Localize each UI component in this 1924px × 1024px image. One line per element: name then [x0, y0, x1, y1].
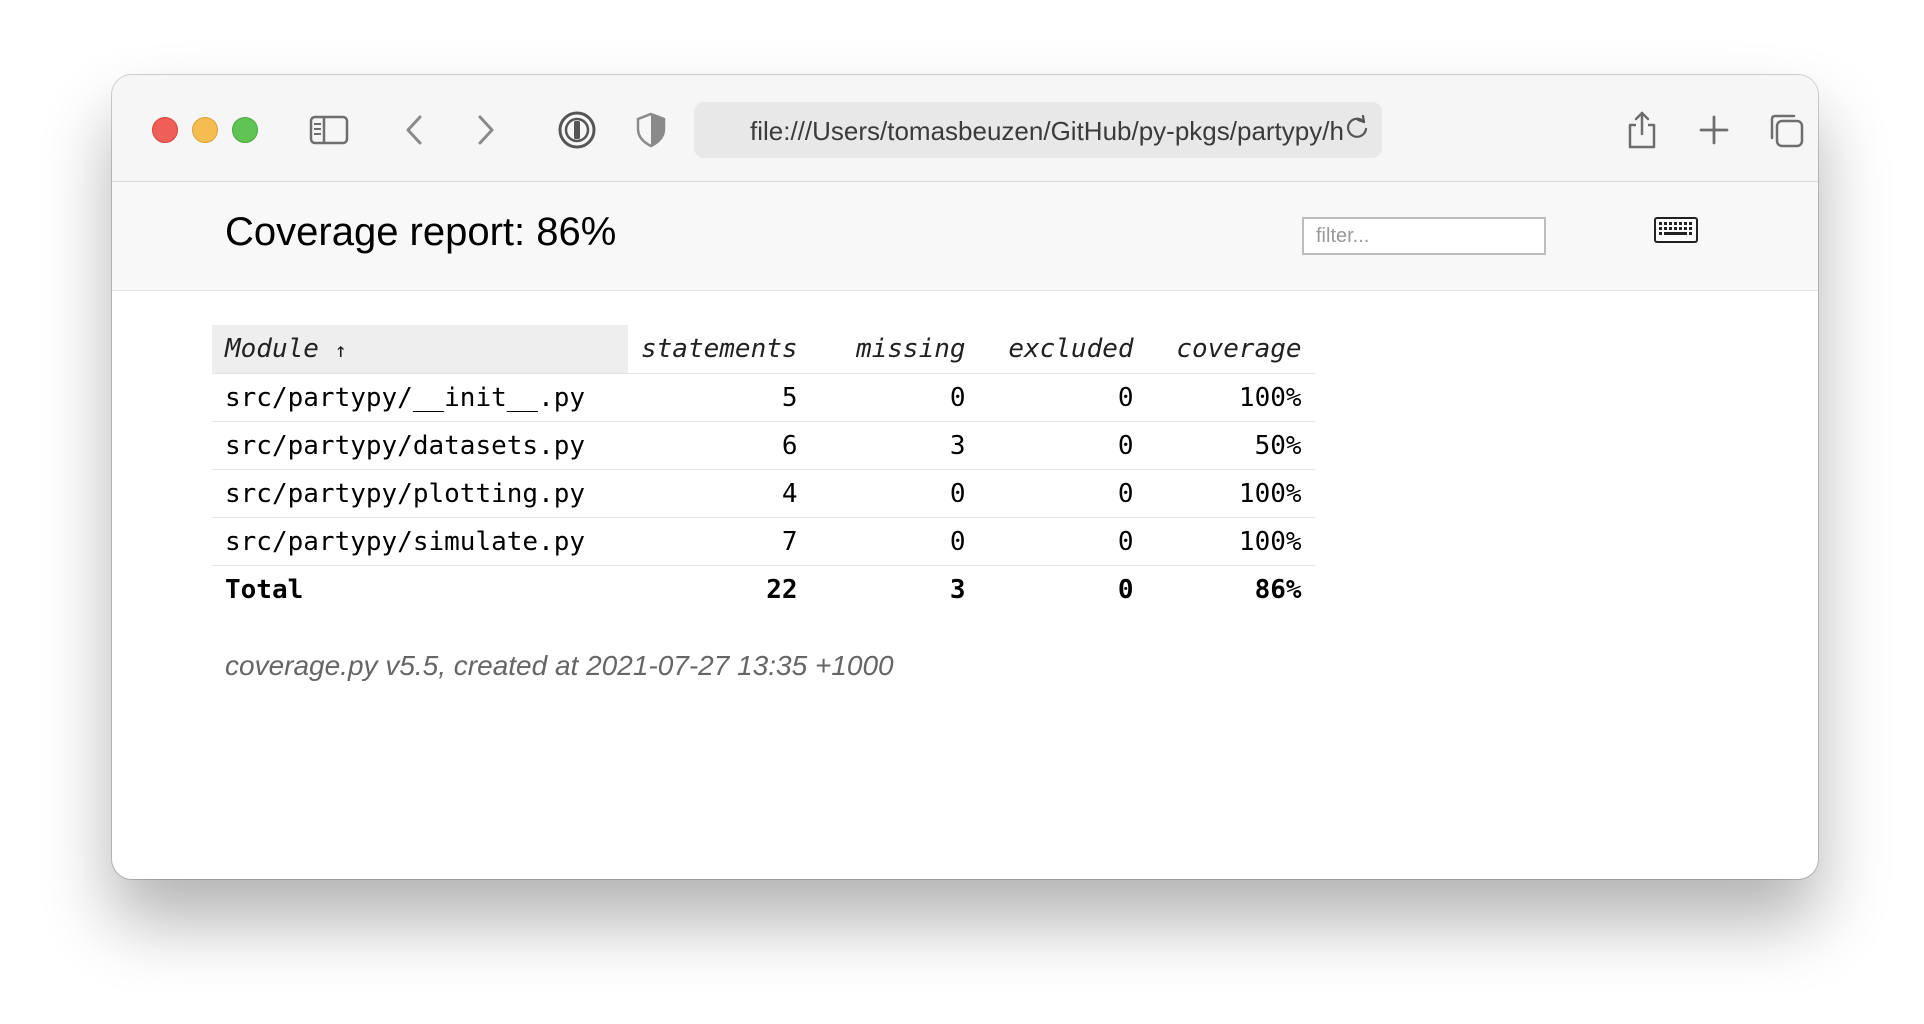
module-link[interactable]: src/partypy/simulate.py: [212, 517, 628, 566]
missing-cell: 0: [810, 373, 979, 422]
tab-overview-icon[interactable]: [1764, 108, 1808, 152]
excluded-cell: 0: [978, 469, 1147, 518]
table-row: src/partypy/datasets.py 6 3 0 50%: [212, 421, 1315, 470]
password-manager-icon[interactable]: [555, 108, 599, 152]
address-bar[interactable]: file:///Users/tomasbeuzen/GitHub/py-pkgs…: [694, 102, 1382, 158]
total-row: Total 22 3 0 86%: [212, 566, 1315, 614]
excluded-cell: 0: [978, 517, 1147, 566]
url-text: file:///Users/tomasbeuzen/GitHub/py-pkgs…: [750, 116, 1344, 146]
total-excluded: 0: [1117, 574, 1134, 605]
missing-cell: 0: [810, 517, 979, 566]
reload-icon[interactable]: [1344, 114, 1374, 144]
statements-cell: 6: [628, 421, 811, 470]
coverage-cell: 100%: [1146, 469, 1315, 518]
table-row: src/partypy/plotting.py 4 0 0 100%: [212, 469, 1315, 518]
zoom-window-button[interactable]: [232, 117, 258, 143]
column-header-excluded[interactable]: excluded: [978, 325, 1147, 374]
page-title: Coverage report: 86%: [225, 210, 617, 254]
close-window-button[interactable]: [152, 117, 178, 143]
browser-window: file:///Users/tomasbeuzen/GitHub/py-pkgs…: [112, 75, 1818, 879]
statements-cell: 7: [628, 517, 811, 566]
coverage-cell: 50%: [1146, 421, 1315, 470]
share-icon[interactable]: [1620, 108, 1664, 152]
report-footer: coverage.py v5.5, created at 2021-07-27 …: [225, 650, 894, 681]
table-row: src/partypy/simulate.py 7 0 0 100%: [212, 517, 1315, 566]
excluded-cell: 0: [978, 421, 1147, 470]
module-link[interactable]: src/partypy/plotting.py: [212, 469, 628, 518]
browser-toolbar: file:///Users/tomasbeuzen/GitHub/py-pkgs…: [112, 75, 1818, 182]
column-label-module: Module: [225, 334, 319, 364]
statements-cell: 4: [628, 469, 811, 518]
total-statements: 22: [766, 574, 798, 605]
total-coverage: 86%: [1254, 574, 1302, 605]
sort-ascending-icon: ↑: [334, 338, 347, 362]
privacy-shield-icon[interactable]: [629, 108, 673, 152]
keyboard-icon[interactable]: [1654, 217, 1698, 247]
missing-cell: 0: [810, 469, 979, 518]
statements-cell: 5: [628, 373, 811, 422]
module-link[interactable]: src/partypy/datasets.py: [212, 421, 628, 470]
sidebar-icon[interactable]: [307, 108, 351, 152]
table-header-row: Module ↑ statements missing excluded cov…: [212, 325, 1315, 374]
forward-icon[interactable]: [464, 108, 508, 152]
column-header-missing[interactable]: missing: [810, 325, 979, 374]
excluded-cell: 0: [978, 373, 1147, 422]
column-header-module[interactable]: Module ↑: [212, 325, 628, 374]
total-label: Total: [225, 574, 304, 605]
column-header-coverage[interactable]: coverage: [1146, 325, 1315, 374]
total-missing: 3: [949, 574, 966, 605]
back-icon[interactable]: [392, 108, 436, 152]
new-tab-icon[interactable]: [1692, 108, 1736, 152]
missing-cell: 3: [810, 421, 979, 470]
coverage-cell: 100%: [1146, 373, 1315, 422]
minimize-window-button[interactable]: [192, 117, 218, 143]
table-row: src/partypy/__init__.py 5 0 0 100%: [212, 373, 1315, 422]
coverage-table: Module ↑ statements missing excluded cov…: [212, 325, 1315, 613]
module-link[interactable]: src/partypy/__init__.py: [212, 373, 628, 422]
coverage-cell: 100%: [1146, 517, 1315, 566]
filter-input[interactable]: [1302, 217, 1546, 255]
report-header: Coverage report: 86%: [112, 182, 1818, 291]
column-header-statements[interactable]: statements: [628, 325, 811, 374]
